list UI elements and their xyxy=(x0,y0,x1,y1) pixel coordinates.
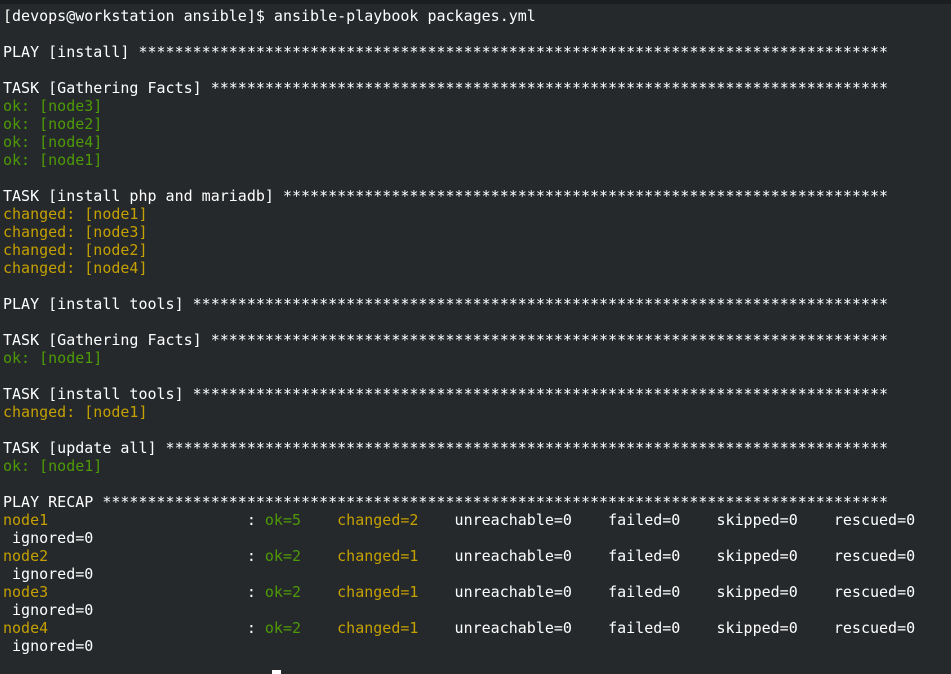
terminal-line: [devops@workstation ansible]$ ansible-pl… xyxy=(3,7,949,25)
terminal-text-segment: node1 xyxy=(3,511,49,529)
terminal-text-segment: unreachable=0 failed=0 skipped=0 rescued… xyxy=(418,619,916,637)
terminal-line: ok: [node3] xyxy=(3,97,949,115)
terminal-text-segment: changed: [node3] xyxy=(3,223,148,241)
terminal-text-segment: ok: [node2] xyxy=(3,115,103,133)
terminal-text-segment: node3 xyxy=(3,583,49,601)
terminal-line: ok: [node4] xyxy=(3,133,949,151)
terminal-line: node2 : ok=2 changed=1 unreachable=0 fai… xyxy=(3,547,949,565)
terminal-text-segment: : xyxy=(48,547,265,565)
terminal-text-segment: TASK [update all] **********************… xyxy=(3,439,889,457)
terminal-output: [devops@workstation ansible]$ ansible-pl… xyxy=(3,7,949,655)
terminal-line: TASK [install tools] *******************… xyxy=(3,385,949,403)
terminal-line: TASK [install php and mariadb] *********… xyxy=(3,187,949,205)
terminal-line: PLAY [install] *************************… xyxy=(3,43,949,61)
terminal-text-segment: unreachable=0 failed=0 skipped=0 rescued… xyxy=(418,547,916,565)
terminal-text-segment: : xyxy=(48,619,265,637)
terminal-line: changed: [node2] xyxy=(3,241,949,259)
terminal-line: node3 : ok=2 changed=1 unreachable=0 fai… xyxy=(3,583,949,601)
terminal-top-border xyxy=(0,0,951,4)
terminal-text-segment: PLAY [install] *************************… xyxy=(3,43,889,61)
terminal-line: node1 : ok=5 changed=2 unreachable=0 fai… xyxy=(3,511,949,529)
terminal-text-segment: changed=2 xyxy=(337,511,419,529)
terminal-line: ok: [node1] xyxy=(3,349,949,367)
terminal-text-segment: ok: [node4] xyxy=(3,133,103,151)
terminal-line: ignored=0 xyxy=(3,529,949,547)
terminal-text-segment: ok: [node1] xyxy=(3,457,103,475)
terminal-line: changed: [node1] xyxy=(3,205,949,223)
terminal-text-segment: changed: [node1] xyxy=(3,403,148,421)
terminal-line: PLAY RECAP *****************************… xyxy=(3,493,949,511)
terminal-text-segment: ok=2 xyxy=(264,619,302,637)
terminal-text-segment: PLAY [install tools] *******************… xyxy=(3,295,889,313)
terminal-text-segment: node2 xyxy=(3,547,49,565)
terminal-line: ignored=0 xyxy=(3,637,949,655)
terminal-line: ignored=0 xyxy=(3,601,949,619)
terminal-text-segment: changed: [node2] xyxy=(3,241,148,259)
terminal-window[interactable]: [devops@workstation ansible]$ ansible-pl… xyxy=(0,0,951,674)
text-cursor xyxy=(272,670,281,674)
terminal-text-segment: changed=1 xyxy=(337,619,419,637)
terminal-text-segment: ok: [node3] xyxy=(3,97,103,115)
terminal-line: changed: [node4] xyxy=(3,259,949,277)
terminal-line: TASK [Gathering Facts] *****************… xyxy=(3,331,949,349)
terminal-line: ok: [node1] xyxy=(3,457,949,475)
terminal-line: node4 : ok=2 changed=1 unreachable=0 fai… xyxy=(3,619,949,637)
terminal-text-segment: TASK [install tools] *******************… xyxy=(3,385,889,403)
terminal-text-segment: ok: [node1] xyxy=(3,349,103,367)
terminal-text-segment: TASK [Gathering Facts] *****************… xyxy=(3,79,889,97)
terminal-text-segment: changed: [node1] xyxy=(3,205,148,223)
terminal-line: ok: [node1] xyxy=(3,151,949,169)
terminal-line: PLAY [install tools] *******************… xyxy=(3,295,949,313)
terminal-text-segment: ok: [node1] xyxy=(3,151,103,169)
terminal-text-segment: ignored=0 xyxy=(3,601,94,619)
terminal-text-segment: changed: [node4] xyxy=(3,259,148,277)
terminal-text-segment: ignored=0 xyxy=(3,565,94,583)
terminal-text-segment: ignored=0 xyxy=(3,637,94,655)
terminal-text-segment: PLAY RECAP *****************************… xyxy=(3,493,889,511)
terminal-line: changed: [node1] xyxy=(3,403,949,421)
terminal-line: TASK [Gathering Facts] *****************… xyxy=(3,79,949,97)
terminal-text-segment: ok=5 xyxy=(264,511,302,529)
terminal-line: TASK [update all] **********************… xyxy=(3,439,949,457)
terminal-text-segment: changed=1 xyxy=(337,547,419,565)
terminal-line: changed: [node3] xyxy=(3,223,949,241)
terminal-line: ignored=0 xyxy=(3,565,949,583)
terminal-text-segment: node4 xyxy=(3,619,49,637)
terminal-line: ok: [node2] xyxy=(3,115,949,133)
terminal-text-segment: TASK [Gathering Facts] *****************… xyxy=(3,331,889,349)
terminal-text-segment: changed=1 xyxy=(337,583,419,601)
terminal-text-segment: : xyxy=(48,583,265,601)
terminal-text-segment: ok=2 xyxy=(264,583,302,601)
terminal-text-segment: [devops@workstation ansible]$ ansible-pl… xyxy=(3,7,536,25)
terminal-text-segment: unreachable=0 failed=0 skipped=0 rescued… xyxy=(418,511,916,529)
terminal-text-segment: ignored=0 xyxy=(3,529,94,547)
terminal-text-segment: ok=2 xyxy=(264,547,302,565)
terminal-text-segment: : xyxy=(48,511,265,529)
terminal-text-segment: TASK [install php and mariadb] *********… xyxy=(3,187,889,205)
terminal-text-segment: unreachable=0 failed=0 skipped=0 rescued… xyxy=(418,583,916,601)
